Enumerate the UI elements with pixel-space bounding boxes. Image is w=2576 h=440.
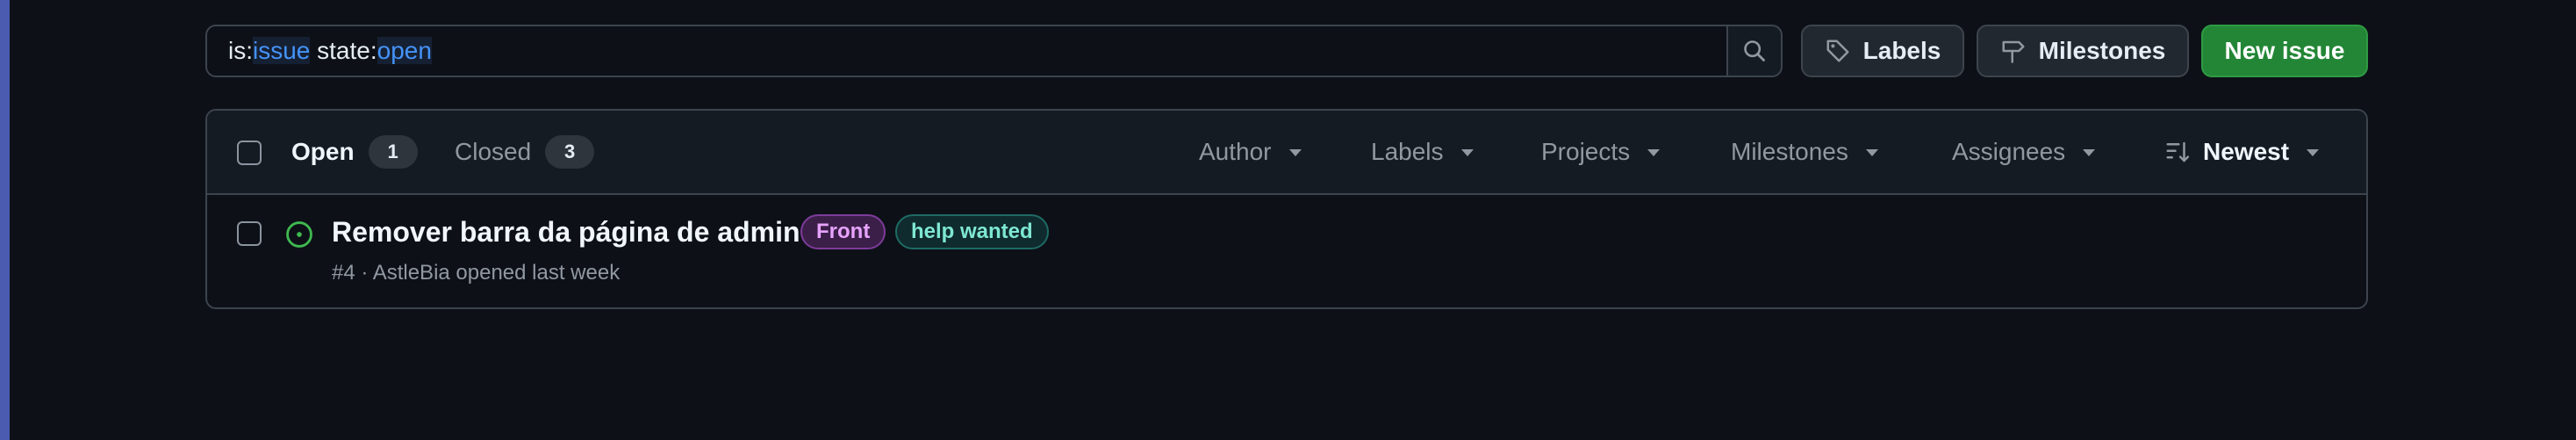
- filter-labels[interactable]: Labels: [1371, 133, 1474, 170]
- new-issue-button-label: New issue: [2224, 37, 2345, 64]
- filter-projects[interactable]: Projects: [1541, 133, 1661, 170]
- chevron-down-icon: [1460, 149, 1474, 156]
- filter-assignees[interactable]: Assignees: [1952, 133, 2096, 170]
- search-button[interactable]: [1728, 25, 1783, 77]
- open-count-badge: 1: [368, 135, 418, 169]
- issues-list-header: Open 1 Closed 3 Author Labels Projects M…: [207, 111, 2366, 195]
- left-edge-stripe: [0, 0, 10, 440]
- milestones-button[interactable]: Milestones: [1977, 25, 2189, 77]
- search-qualifier-state: state:: [310, 37, 377, 64]
- sort-dropdown[interactable]: Newest: [2164, 133, 2320, 170]
- chevron-down-icon: [2307, 149, 2320, 156]
- sort-icon: [2166, 141, 2190, 162]
- closed-count-badge: 3: [545, 135, 595, 169]
- filter-milestones[interactable]: Milestones: [1731, 133, 1878, 170]
- chevron-down-icon: [1288, 149, 1302, 156]
- issues-list: Open 1 Closed 3 Author Labels Projects M…: [205, 109, 2368, 309]
- milestones-button-label: Milestones: [2038, 37, 2166, 64]
- chevron-down-icon: [2083, 149, 2096, 156]
- milestone-icon: [2002, 40, 2025, 63]
- filter-projects-label: Projects: [1541, 138, 1631, 165]
- tab-closed[interactable]: Closed 3: [455, 133, 595, 170]
- filter-assignees-label: Assignees: [1952, 138, 2066, 165]
- issue-meta: #4 · AstleBia opened last week: [332, 261, 621, 285]
- search-query: is:issue state:open: [228, 26, 432, 76]
- tab-open-label: Open: [291, 138, 355, 165]
- tag-icon: [1826, 40, 1849, 62]
- search-icon: [1744, 40, 1765, 61]
- chevron-down-icon: [1865, 149, 1878, 156]
- tab-open[interactable]: Open 1: [291, 133, 418, 170]
- issue-select-checkbox[interactable]: [237, 221, 262, 246]
- issue-opened-icon: [286, 221, 312, 248]
- issue-title-link[interactable]: Remover barra da página de admin: [332, 213, 800, 251]
- sort-label: Newest: [2203, 138, 2290, 165]
- issues-toolbar: is:issue state:open Labels Milestones Ne…: [205, 25, 2368, 79]
- new-issue-button[interactable]: New issue: [2201, 25, 2368, 77]
- select-all-checkbox[interactable]: [237, 141, 262, 165]
- tab-closed-label: Closed: [455, 138, 532, 165]
- label-front[interactable]: Front: [800, 214, 886, 249]
- search-token-open: open: [377, 37, 432, 64]
- label-help-wanted[interactable]: help wanted: [895, 214, 1049, 249]
- search-input[interactable]: is:issue state:open: [205, 25, 1728, 77]
- search-token-issue: issue: [253, 37, 311, 64]
- filter-labels-label: Labels: [1371, 138, 1444, 165]
- filter-milestones-label: Milestones: [1731, 138, 1848, 165]
- chevron-down-icon: [1647, 149, 1661, 156]
- list-item: Remover barra da página de admin Front h…: [207, 195, 2366, 307]
- labels-button-label: Labels: [1862, 37, 1941, 64]
- filter-author[interactable]: Author: [1199, 133, 1302, 170]
- labels-button[interactable]: Labels: [1801, 25, 1964, 77]
- search-qualifier-is: is:: [228, 37, 253, 64]
- filter-author-label: Author: [1199, 138, 1272, 165]
